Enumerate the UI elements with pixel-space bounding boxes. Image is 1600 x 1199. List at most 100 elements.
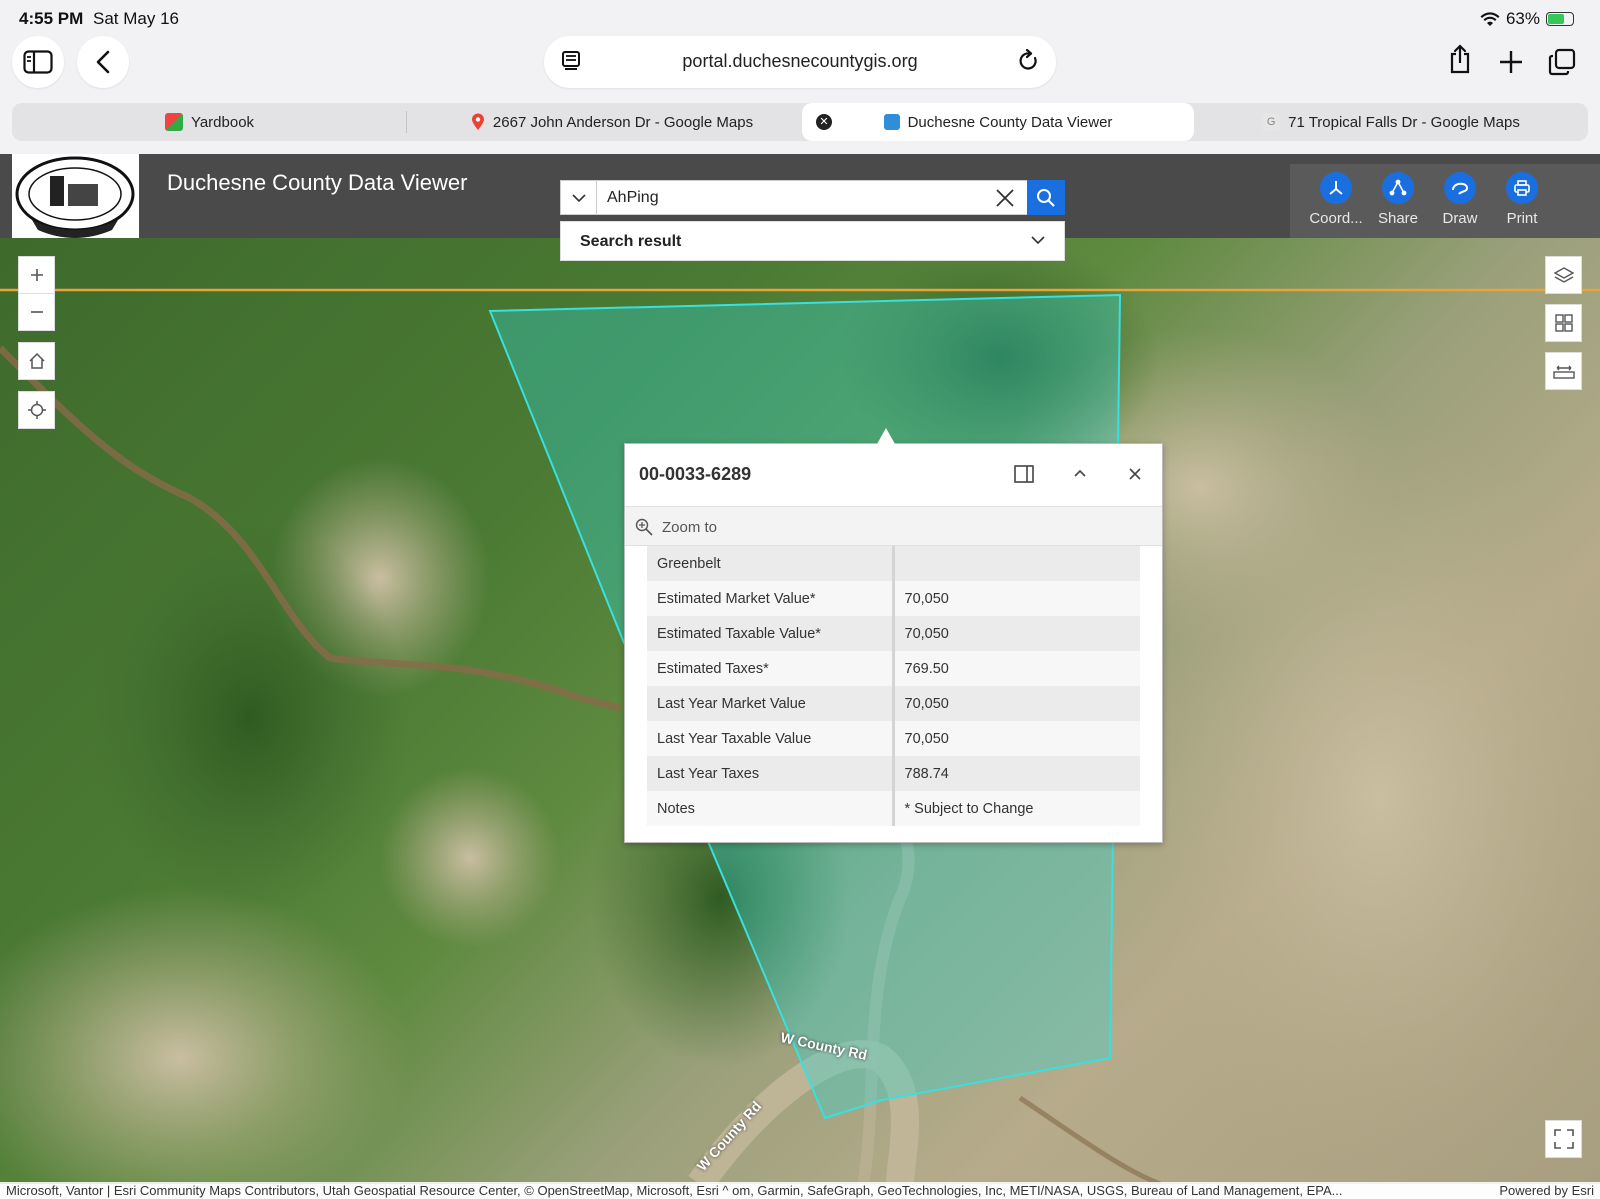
ruler-icon [1552,365,1575,379]
layers-button[interactable] [1545,256,1582,294]
popup-pointer [877,428,895,444]
tab-label: 2667 John Anderson Dr - Google Maps [492,113,754,131]
print-icon [1506,172,1538,204]
layers-icon [1553,267,1574,283]
attribute-key: Estimated Market Value* [647,581,895,616]
chevron-down-icon [571,193,586,202]
battery-percent: 63% [1505,9,1540,28]
zoom-out-button[interactable] [18,293,55,331]
attribute-table: Greenbelt Estimated Market Value* 70,050 … [647,546,1140,826]
app-title: Duchesne County Data Viewer [167,170,468,195]
header-toolbar: Coord... Share Draw Print [1290,164,1600,238]
attribute-key: Last Year Taxable Value [647,721,895,756]
table-row: Estimated Taxes* 769.50 [647,651,1140,686]
draw-icon [1444,172,1476,204]
search-icon [1037,188,1055,207]
tab-divider [406,111,407,133]
dock-icon[interactable] [1013,464,1035,484]
share-icon[interactable] [1448,44,1472,74]
tab-google-maps-2[interactable]: G 71 Tropical Falls Dr - Google Maps [1194,103,1588,141]
google-favicon-icon: G [1262,113,1281,131]
tab-bar: Yardbook 2667 John Anderson Dr - Google … [12,103,1588,141]
home-icon [28,352,45,369]
search-result-dropdown[interactable]: Search result [560,221,1065,261]
measure-button[interactable] [1545,352,1582,390]
tool-label: Coord... [1309,210,1363,227]
search-source-dropdown[interactable] [561,181,597,214]
status-time: 4:55 PM [19,9,84,28]
basemap-gallery-button[interactable] [1545,304,1582,342]
tool-label: Draw [1442,210,1478,227]
status-right: 63% [1480,9,1574,29]
table-row: Greenbelt [647,546,1140,581]
attribute-value: 70,050 [893,581,1140,616]
tool-label: Share [1377,210,1419,227]
reload-icon[interactable] [1018,49,1040,73]
tab-overview-icon[interactable] [1548,48,1576,76]
fullscreen-icon [1553,1129,1574,1149]
table-row: Estimated Market Value* 70,050 [647,581,1140,616]
browser-toolbar: portal.duchesnecountygis.org [0,36,1600,100]
zoom-to-label: Zoom to [662,519,718,536]
fullscreen-button[interactable] [1545,1120,1582,1158]
attribute-value [893,546,1140,581]
tab-label: 71 Tropical Falls Dr - Google Maps [1288,113,1520,131]
zoom-in-button[interactable] [18,256,55,294]
table-row: Estimated Taxable Value* 70,050 [647,616,1140,651]
attribute-value: 70,050 [893,686,1140,721]
attribute-key: Estimated Taxable Value* [647,616,895,651]
search-button[interactable] [1027,180,1065,215]
tab-duchesne-data-viewer[interactable]: ✕ Duchesne County Data Viewer [802,103,1194,141]
home-button[interactable] [18,342,55,380]
print-tool-button[interactable]: Print [1492,172,1552,227]
status-bar: 4:55 PM Sat May 16 63% [0,0,1600,36]
attribute-key: Estimated Taxes* [647,651,895,686]
yardbook-favicon-icon [164,113,183,131]
attribute-value: 70,050 [893,616,1140,651]
table-row: Last Year Market Value 70,050 [647,686,1140,721]
close-tab-icon[interactable]: ✕ [816,114,832,130]
map-pin-icon [471,113,484,130]
attribute-key: Last Year Taxes [647,756,895,791]
attribute-key: Greenbelt [647,546,895,581]
wifi-icon [1480,11,1500,26]
powered-by-esri[interactable]: Powered by Esri [1499,1183,1594,1198]
attribution-text[interactable]: Microsoft, Vantor | Esri Community Maps … [6,1183,1476,1198]
esri-favicon-icon [883,114,900,130]
attribute-value: 788.74 [893,756,1140,791]
share-tool-button[interactable]: Share [1368,172,1428,227]
address-bar[interactable]: portal.duchesnecountygis.org [544,36,1056,88]
popup-title: 00-0033-6289 [639,464,752,484]
locate-button[interactable] [18,391,55,429]
zoom-to-button[interactable]: Zoom to [625,506,1162,546]
search-result-label: Search result [580,233,682,250]
close-icon[interactable] [1127,464,1143,484]
attribute-value: 769.50 [893,651,1140,686]
tab-google-maps-1[interactable]: 2667 John Anderson Dr - Google Maps [412,103,812,141]
crosshair-icon [27,401,46,419]
clear-search-icon[interactable] [994,187,1016,209]
new-tab-icon[interactable] [1499,50,1523,74]
sidebar-toggle-button[interactable] [12,36,64,88]
grid-icon [1554,314,1573,332]
search-box: AhPing [560,180,1065,215]
back-button[interactable] [77,36,129,88]
url-text[interactable]: portal.duchesnecountygis.org [544,51,1056,72]
table-row: Notes * Subject to Change [647,791,1140,826]
sidebar-icon [23,50,53,74]
attribute-value: 70,050 [893,721,1140,756]
table-row: Last Year Taxable Value 70,050 [647,721,1140,756]
coordinates-tool-button[interactable]: Coord... [1306,172,1366,227]
tab-label: Duchesne County Data Viewer [907,113,1113,131]
draw-tool-button[interactable]: Draw [1430,172,1490,227]
attribute-value: * Subject to Change [893,791,1140,826]
tab-label: Yardbook [190,113,255,131]
map-attribution: Microsoft, Vantor | Esri Community Maps … [0,1182,1600,1199]
attribute-key: Notes [647,791,895,826]
plus-icon [30,269,43,281]
collapse-icon[interactable] [1072,464,1088,484]
chevron-left-icon [96,50,110,74]
share-network-icon [1382,172,1414,204]
tab-yardbook[interactable]: Yardbook [12,103,407,141]
search-input[interactable]: AhPing [607,189,659,207]
